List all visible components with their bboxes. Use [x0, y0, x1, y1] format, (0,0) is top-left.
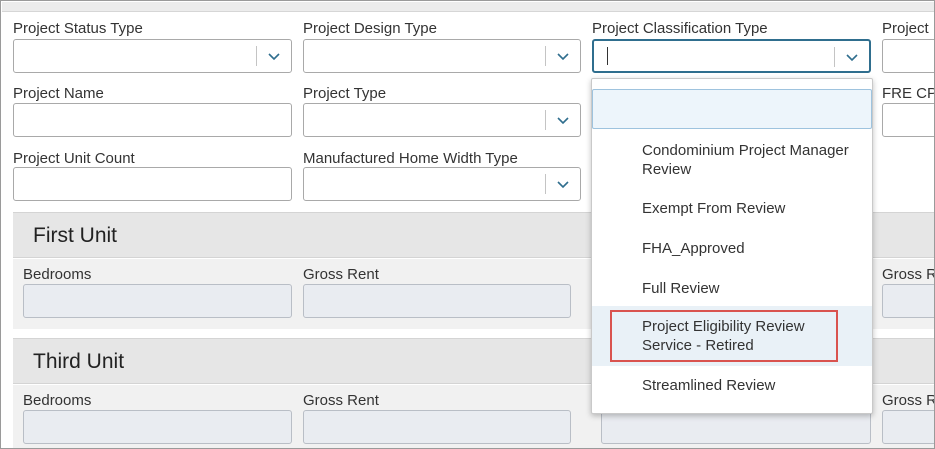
- chevron-down-icon[interactable]: [556, 50, 570, 62]
- section-title: Third Unit: [33, 350, 125, 373]
- project-type-label: Project Type: [303, 85, 387, 102]
- select-divider: [834, 47, 835, 67]
- manufactured-home-width-type-select[interactable]: [303, 167, 581, 201]
- gross-rent-label: Gross Rent: [303, 392, 379, 409]
- project-unit-count-label: Project Unit Count: [13, 150, 135, 167]
- dropdown-option[interactable]: Full Review: [592, 279, 872, 301]
- text-caret: [607, 47, 608, 65]
- chevron-down-icon[interactable]: [845, 51, 859, 63]
- project-name-label: Project Name: [13, 85, 104, 102]
- project-col4-field[interactable]: [882, 39, 934, 73]
- project-classification-type-label: Project Classification Type: [592, 20, 768, 37]
- chevron-down-icon[interactable]: [556, 114, 570, 126]
- select-divider: [256, 46, 257, 66]
- top-strip: [2, 2, 934, 12]
- bedrooms-label: Bedrooms: [23, 392, 92, 409]
- select-divider: [545, 174, 546, 194]
- section-title: First Unit: [33, 224, 117, 247]
- fre-field[interactable]: [882, 103, 934, 137]
- bedrooms-field: [23, 284, 292, 318]
- gross-rent-label: Gross Rent: [303, 266, 379, 283]
- project-unit-count-input[interactable]: [13, 167, 292, 201]
- dropdown-option-highlighted[interactable]: Project Eligibility Review Service - Ret…: [592, 306, 872, 366]
- chevron-down-icon[interactable]: [267, 50, 281, 62]
- gross-rent-right-label: Gross R: [882, 392, 935, 409]
- dropdown-option[interactable]: Condominium Project Manager Review: [592, 140, 872, 182]
- gross-rent-field: [303, 410, 571, 444]
- bedrooms-field: [23, 410, 292, 444]
- gross-rent-right-field: [882, 284, 934, 318]
- dropdown-option[interactable]: Exempt From Review: [592, 199, 872, 221]
- gross-rent-field: [303, 284, 571, 318]
- chevron-down-icon[interactable]: [556, 178, 570, 190]
- select-divider: [545, 46, 546, 66]
- fre-label: FRE CP: [882, 85, 935, 102]
- project-status-type-select[interactable]: [13, 39, 292, 73]
- dropdown-option[interactable]: FHA_Approved: [592, 239, 872, 261]
- gross-rent-right-field: [882, 410, 934, 444]
- form-window: Project Status Type Project Design Type …: [0, 0, 935, 449]
- project-classification-type-select[interactable]: [592, 39, 871, 73]
- dropdown-option[interactable]: Streamlined Review: [592, 376, 872, 398]
- third-unit-col3-field: [601, 410, 871, 444]
- manufactured-home-width-type-label: Manufactured Home Width Type: [303, 150, 518, 167]
- project-name-input[interactable]: [13, 103, 292, 137]
- project-status-type-label: Project Status Type: [13, 20, 143, 37]
- project-design-type-select[interactable]: [303, 39, 581, 73]
- bedrooms-label: Bedrooms: [23, 266, 92, 283]
- select-divider: [545, 110, 546, 130]
- project-design-type-label: Project Design Type: [303, 20, 437, 37]
- classification-dropdown-panel: Condominium Project Manager Review Exemp…: [591, 78, 873, 414]
- gross-rent-right-label: Gross R: [882, 266, 935, 283]
- project-type-select[interactable]: [303, 103, 581, 137]
- project-col4-label: Project: [882, 20, 929, 37]
- dropdown-option-label: Project Eligibility Review Service - Ret…: [642, 318, 805, 354]
- dropdown-search-input[interactable]: [592, 89, 872, 129]
